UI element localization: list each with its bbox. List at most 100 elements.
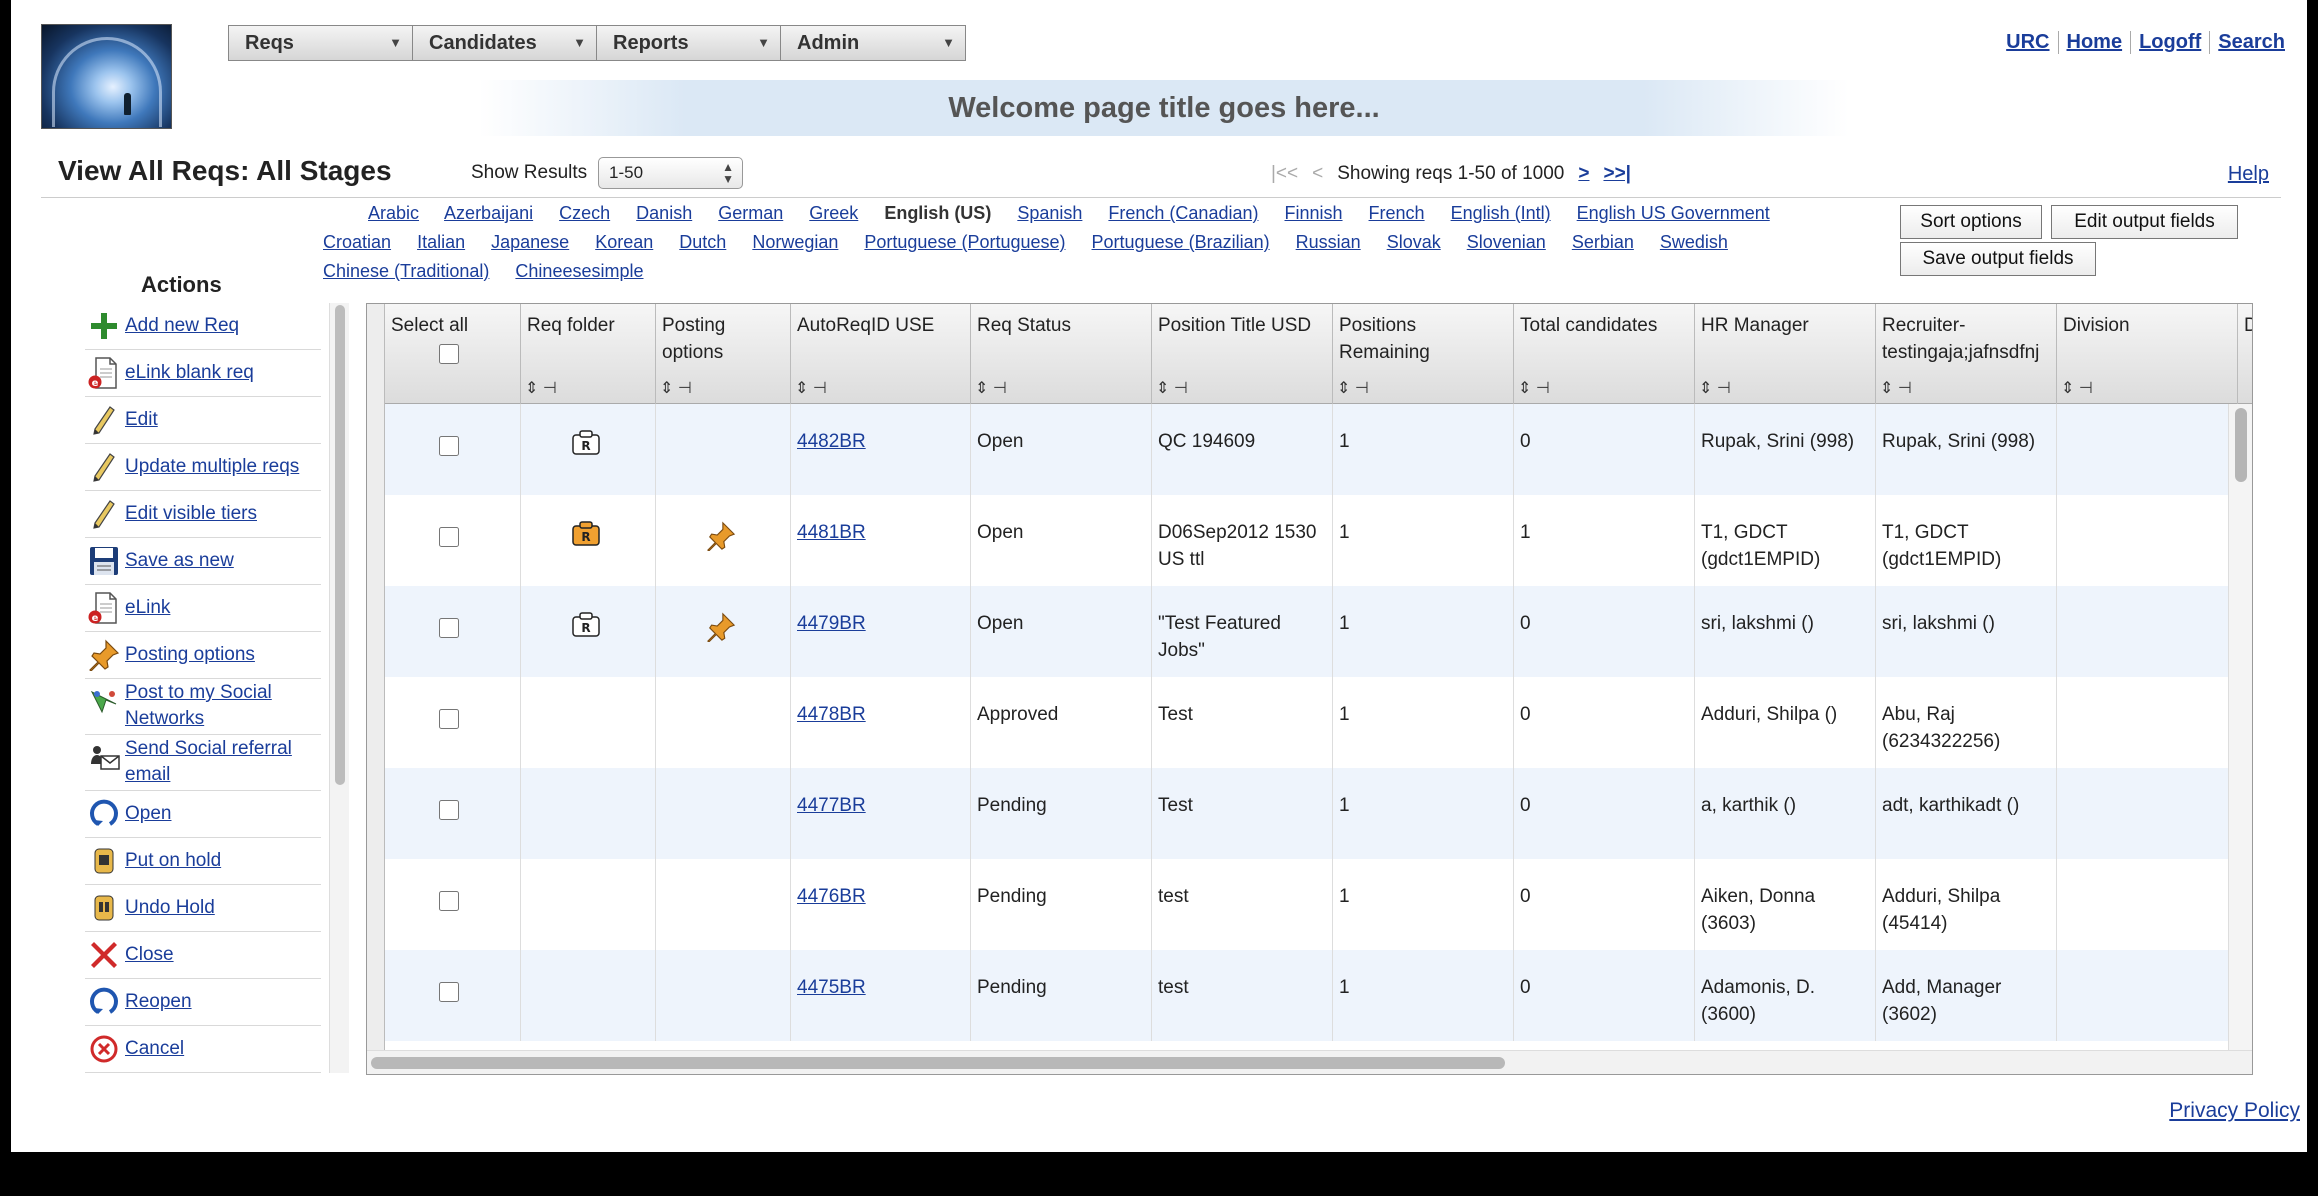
privacy-policy-link[interactable]: Privacy Policy — [2169, 1099, 2300, 1123]
row-checkbox[interactable] — [439, 982, 459, 1002]
action-label[interactable]: Add new Req — [125, 313, 239, 339]
column-header-positions-remaining[interactable]: Positions Remaining ⇕ ⊣ — [1333, 304, 1514, 404]
action-label[interactable]: Update multiple reqs — [125, 454, 299, 480]
action-edit-visible-tiers[interactable]: Edit visible tiers — [85, 491, 321, 538]
posting-pin-icon[interactable] — [706, 521, 736, 559]
language-link[interactable]: Russian — [1296, 232, 1361, 252]
column-header-recruiter[interactable]: Recruiter-testingaja;jafnsdfnj ⇕ ⊣ — [1876, 304, 2057, 404]
sort-pin-icon[interactable]: ⇕ ⊣ — [1156, 375, 1188, 402]
column-header-req-folder[interactable]: Req folder ⇕ ⊣ — [521, 304, 656, 404]
action-posting-options[interactable]: Posting options — [85, 632, 321, 679]
sort-pin-icon[interactable]: ⇕ ⊣ — [1337, 375, 1369, 402]
language-link[interactable]: Portuguese (Brazilian) — [1092, 232, 1270, 252]
action-elink-blank-req[interactable]: e eLink blank req — [85, 350, 321, 397]
language-link[interactable]: Slovenian — [1467, 232, 1546, 252]
nav-menu-reqs[interactable]: Reqs ▼ — [229, 26, 413, 60]
sort-pin-icon[interactable]: ⇕ ⊣ — [975, 375, 1007, 402]
column-header-posting-options[interactable]: Posting options ⇕ ⊣ — [656, 304, 791, 404]
action-update-multiple-reqs[interactable]: Update multiple reqs — [85, 444, 321, 491]
action-label[interactable]: Posting options — [125, 642, 255, 668]
req-id-link[interactable]: 4476BR — [797, 886, 866, 907]
action-add-new-req[interactable]: Add new Req — [85, 303, 321, 350]
req-id-link[interactable]: 4478BR — [797, 704, 866, 725]
action-elink[interactable]: e eLink — [85, 585, 321, 632]
sort-options-button[interactable]: Sort options — [1900, 205, 2042, 239]
language-link[interactable]: Japanese — [491, 232, 569, 252]
language-link[interactable]: Finnish — [1285, 203, 1343, 223]
req-folder-icon[interactable]: R — [571, 521, 601, 555]
req-id-link[interactable]: 4481BR — [797, 522, 866, 543]
language-link[interactable]: French (Canadian) — [1108, 203, 1258, 223]
column-header-total-candidates[interactable]: Total candidates ⇕ ⊣ — [1514, 304, 1695, 404]
language-link[interactable]: Korean — [595, 232, 653, 252]
language-link[interactable]: English US Government — [1577, 203, 1770, 223]
language-link[interactable]: Swedish — [1660, 232, 1728, 252]
column-header-select-all[interactable]: Select all — [385, 304, 521, 404]
action-post-to-my-social-networks[interactable]: Post to my Social Networks — [85, 679, 321, 735]
action-label[interactable]: Edit visible tiers — [125, 501, 257, 527]
nav-menu-admin[interactable]: Admin ▼ — [781, 26, 965, 60]
action-label[interactable]: Cancel — [125, 1036, 184, 1062]
req-id-link[interactable]: 4477BR — [797, 795, 866, 816]
action-cancel[interactable]: Cancel — [85, 1026, 321, 1073]
action-label[interactable]: Open — [125, 801, 171, 827]
language-link[interactable]: Dutch — [679, 232, 726, 252]
sort-pin-icon[interactable]: ⇕ ⊣ — [795, 375, 827, 402]
action-label[interactable]: Save as new — [125, 548, 234, 574]
action-label[interactable]: Undo Hold — [125, 895, 215, 921]
sort-pin-icon[interactable]: ⇕ ⊣ — [1518, 375, 1550, 402]
language-link[interactable]: German — [718, 203, 783, 223]
row-checkbox[interactable] — [439, 709, 459, 729]
sort-pin-icon[interactable]: ⇕ ⊣ — [660, 375, 692, 402]
language-link[interactable]: Arabic — [368, 203, 419, 223]
scrollbar-thumb[interactable] — [335, 305, 345, 785]
action-send-social-referral-email[interactable]: Send Social referral email — [85, 735, 321, 791]
column-header-division[interactable]: Division ⇕ ⊣ — [2057, 304, 2238, 404]
row-checkbox[interactable] — [439, 527, 459, 547]
language-link[interactable]: Azerbaijani — [444, 203, 533, 223]
posting-pin-icon[interactable] — [706, 612, 736, 650]
language-link[interactable]: French — [1369, 203, 1425, 223]
actions-scrollbar[interactable] — [329, 303, 349, 1073]
pager-first[interactable]: |<< — [1271, 163, 1298, 185]
language-link[interactable]: Italian — [417, 232, 465, 252]
column-header-hr-manager[interactable]: HR Manager ⇕ ⊣ — [1695, 304, 1876, 404]
cell-auto-req-id[interactable]: 4476BR — [791, 859, 971, 950]
action-put-on-hold[interactable]: Put on hold — [85, 838, 321, 885]
column-header-extra[interactable]: D — [2238, 304, 2252, 404]
req-folder-icon[interactable]: R — [571, 612, 601, 646]
table-vertical-scrollbar[interactable] — [2228, 404, 2252, 1052]
row-checkbox[interactable] — [439, 618, 459, 638]
home-link[interactable]: Home — [2057, 31, 2131, 54]
action-label[interactable]: Post to my Social Networks — [125, 680, 321, 732]
column-header-req-status[interactable]: Req Status ⇕ ⊣ — [971, 304, 1152, 404]
cell-auto-req-id[interactable]: 4482BR — [791, 404, 971, 495]
save-output-fields-button[interactable]: Save output fields — [1900, 242, 2096, 276]
column-header-auto-req-id[interactable]: AutoReqID USE ⇕ ⊣ — [791, 304, 971, 404]
language-link[interactable]: Norwegian — [752, 232, 838, 252]
language-link[interactable]: Danish — [636, 203, 692, 223]
language-link[interactable]: Czech — [559, 203, 610, 223]
language-link[interactable]: Greek — [809, 203, 858, 223]
cell-auto-req-id[interactable]: 4475BR — [791, 950, 971, 1041]
scrollbar-thumb[interactable] — [371, 1057, 1505, 1069]
pager-next[interactable]: > — [1578, 163, 1589, 185]
action-label[interactable]: Reopen — [125, 989, 192, 1015]
language-link[interactable]: Portuguese (Portuguese) — [864, 232, 1065, 252]
action-save-as-new[interactable]: Save as new — [85, 538, 321, 585]
action-label[interactable]: eLink blank req — [125, 360, 254, 386]
cell-auto-req-id[interactable]: 4477BR — [791, 768, 971, 859]
cell-auto-req-id[interactable]: 4481BR — [791, 495, 971, 586]
sort-pin-icon[interactable]: ⇕ ⊣ — [1699, 375, 1731, 402]
action-close[interactable]: Close — [85, 932, 321, 979]
action-label[interactable]: eLink — [125, 595, 170, 621]
table-horizontal-scrollbar[interactable] — [367, 1050, 2252, 1074]
sort-pin-icon[interactable]: ⇕ ⊣ — [525, 375, 557, 402]
help-link[interactable]: Help — [2228, 163, 2269, 186]
sort-pin-icon[interactable]: ⇕ ⊣ — [1880, 375, 1912, 402]
sort-pin-icon[interactable]: ⇕ ⊣ — [2061, 375, 2093, 402]
show-results-select[interactable]: 1-50 ▲ ▼ — [598, 157, 743, 189]
action-reopen[interactable]: Reopen — [85, 979, 321, 1026]
pager-last[interactable]: >>| — [1603, 163, 1631, 185]
language-link[interactable]: Serbian — [1572, 232, 1634, 252]
